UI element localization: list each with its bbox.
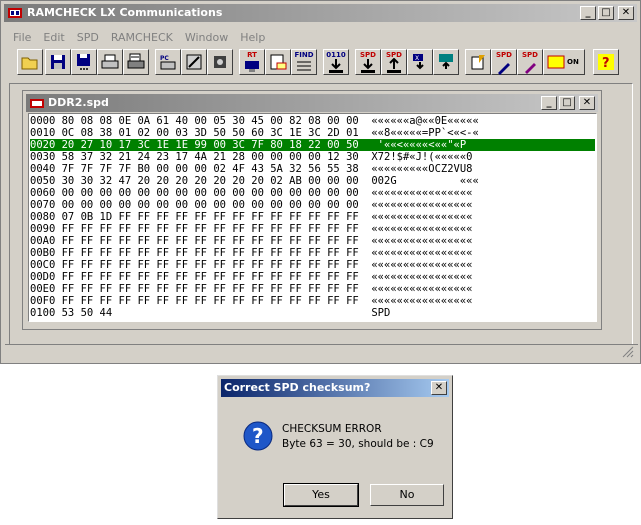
doc-minimize-button[interactable]: _	[541, 96, 557, 110]
save-button[interactable]	[45, 49, 71, 75]
spd-read-button[interactable]: SPD	[381, 49, 407, 75]
status-bar	[5, 344, 638, 362]
monitor-upload-icon	[439, 54, 453, 69]
hex-row[interactable]: 0080 07 0B 1D FF FF FF FF FF FF FF FF FF…	[30, 211, 473, 223]
printer-icon	[101, 54, 119, 69]
open-folder-icon	[21, 57, 38, 70]
no-button[interactable]: No	[370, 484, 444, 506]
dialog-titlebar[interactable]: Correct SPD checksum? ✕	[221, 379, 449, 397]
spd-compare-icon: X	[413, 54, 424, 70]
print-setup-button[interactable]	[123, 49, 149, 75]
tools-button[interactable]	[181, 49, 207, 75]
spd-download-icon	[361, 59, 375, 73]
hex-row[interactable]: 00E0 FF FF FF FF FF FF FF FF FF FF FF FF…	[30, 283, 473, 295]
floppy-disk-dots-icon	[77, 54, 90, 70]
hex-row[interactable]: 0010 0C 08 38 01 02 00 03 3D 50 50 60 3C…	[30, 127, 479, 139]
pc-read-button[interactable]: PC	[155, 49, 181, 75]
help-button[interactable]: ?	[593, 49, 619, 75]
spd-upload-icon	[387, 58, 401, 73]
pc-computer-icon: PC	[160, 55, 176, 70]
yes-button[interactable]: Yes	[283, 483, 359, 507]
chip-gear-icon	[214, 56, 226, 68]
minimize-button[interactable]: _	[580, 6, 596, 20]
floppy-disk-icon	[51, 55, 65, 69]
spd-upload-button[interactable]	[433, 49, 459, 75]
rt-button[interactable]: RT	[239, 49, 265, 75]
checksum-dialog: Correct SPD checksum? ✕ ? CHECKSUM ERROR…	[217, 375, 453, 519]
document-title: DDR2.spd	[48, 96, 109, 109]
svg-text:PC: PC	[160, 55, 169, 62]
hex-row[interactable]: 00A0 FF FF FF FF FF FF FF FF FF FF FF FF…	[30, 235, 473, 247]
spd-edito-icon	[525, 63, 536, 74]
chip-settings-button[interactable]	[207, 49, 233, 75]
save-as-button[interactable]	[71, 49, 97, 75]
document-titlebar[interactable]: DDR2.spd _ □ ✕	[26, 94, 598, 112]
hex-row[interactable]: 00D0 FF FF FF FF FF FF FF FF FF FF FF FF…	[30, 271, 473, 283]
dialog-title: Correct SPD checksum?	[224, 381, 371, 394]
hex-row[interactable]: 0040 7F 7F 7F 7F B0 00 00 00 02 4F 43 5A…	[30, 163, 473, 175]
dialog-message-detail: Byte 63 = 30, should be : C9	[282, 438, 434, 450]
menu-edit[interactable]: Edit	[37, 29, 70, 47]
power-socket-icon: ON	[547, 55, 579, 69]
find-list-icon	[297, 61, 311, 71]
network-monitor-icon	[245, 61, 259, 72]
doc-maximize-button[interactable]: □	[559, 96, 575, 110]
printer-setup-icon	[127, 53, 145, 69]
binary-download-button[interactable]: 0110	[323, 49, 349, 75]
menu-file[interactable]: File	[7, 29, 37, 47]
hex-row[interactable]: 0020 20 27 10 17 3C 1E 1E 99 00 3C 7F 80…	[30, 139, 595, 151]
hex-row[interactable]: 00F0 FF FF FF FF FF FF FF FF FF FF FF FF…	[30, 295, 473, 307]
spd-compare-button[interactable]: X	[407, 49, 433, 75]
question-icon: ?	[243, 421, 273, 451]
app-title: RAMCHECK LX Communications	[27, 6, 223, 19]
tse-button[interactable]	[265, 49, 291, 75]
app-titlebar[interactable]: RAMCHECK LX Communications _ □ ✕	[4, 4, 637, 22]
spd-document-icon	[30, 99, 44, 108]
tools-icon	[186, 54, 202, 70]
dialog-close-button[interactable]: ✕	[431, 381, 447, 395]
power-on-button[interactable]: ON	[543, 49, 585, 75]
hex-row[interactable]: 00B0 FF FF FF FF FF FF FF FF FF FF FF FF…	[30, 247, 473, 259]
document-edit-icon	[471, 55, 485, 70]
svg-text:X: X	[415, 55, 419, 62]
ramcheck-app-icon	[8, 8, 22, 18]
menubar: File Edit SPD RAMCHECK Window Help	[7, 29, 271, 47]
toolbar: PC RT FIND 0110 SPD SPD X SPD SPD ON ?	[9, 49, 619, 77]
find-button[interactable]: FIND	[291, 49, 317, 75]
print-button[interactable]	[97, 49, 123, 75]
doc-close-button[interactable]: ✕	[579, 96, 595, 110]
open-folder-button[interactable]	[17, 49, 43, 75]
spd-editor-button[interactable]: SPD	[491, 49, 517, 75]
svg-text:?: ?	[252, 424, 264, 448]
menu-help[interactable]: Help	[234, 29, 271, 47]
close-button[interactable]: ✕	[618, 6, 634, 20]
hex-row[interactable]: 0060 00 00 00 00 00 00 00 00 00 00 00 00…	[30, 187, 473, 199]
hex-row[interactable]: 0030 58 37 32 21 24 23 17 4A 21 28 00 00…	[30, 151, 473, 163]
edit-document-button[interactable]	[465, 49, 491, 75]
dialog-message-heading: CHECKSUM ERROR	[282, 423, 382, 435]
menu-ramcheck[interactable]: RAMCHECK	[105, 29, 179, 47]
hex-dump-view[interactable]: 0000 80 08 08 0E 0A 61 40 00 05 30 45 00…	[28, 113, 597, 322]
hex-row[interactable]: 00C0 FF FF FF FF FF FF FF FF FF FF FF FF…	[30, 259, 473, 271]
resize-grip-icon[interactable]	[622, 346, 634, 358]
download-arrow-icon	[329, 59, 343, 73]
spd-write-button[interactable]: SPD	[355, 49, 381, 75]
menu-spd[interactable]: SPD	[71, 29, 105, 47]
hex-row[interactable]: 0100 53 50 44 SPD	[30, 307, 390, 319]
svg-text:ON: ON	[567, 58, 579, 66]
maximize-button[interactable]: □	[598, 6, 614, 20]
spd-pen-icon	[498, 63, 510, 75]
hex-row[interactable]: 0070 00 00 00 00 00 00 00 00 00 00 00 00…	[30, 199, 473, 211]
hex-row[interactable]: 0050 30 30 32 47 20 20 20 20 20 20 20 02…	[30, 175, 479, 187]
hex-row[interactable]: 0000 80 08 08 0E 0A 61 40 00 05 30 45 00…	[30, 115, 479, 127]
help-question-icon: ?	[598, 54, 614, 71]
svg-text:?: ?	[602, 56, 610, 71]
hex-row[interactable]: 0090 FF FF FF FF FF FF FF FF FF FF FF FF…	[30, 223, 473, 235]
menu-window[interactable]: Window	[179, 29, 234, 47]
spd-edito-button[interactable]: SPD	[517, 49, 543, 75]
document-stamp-icon	[270, 54, 287, 70]
